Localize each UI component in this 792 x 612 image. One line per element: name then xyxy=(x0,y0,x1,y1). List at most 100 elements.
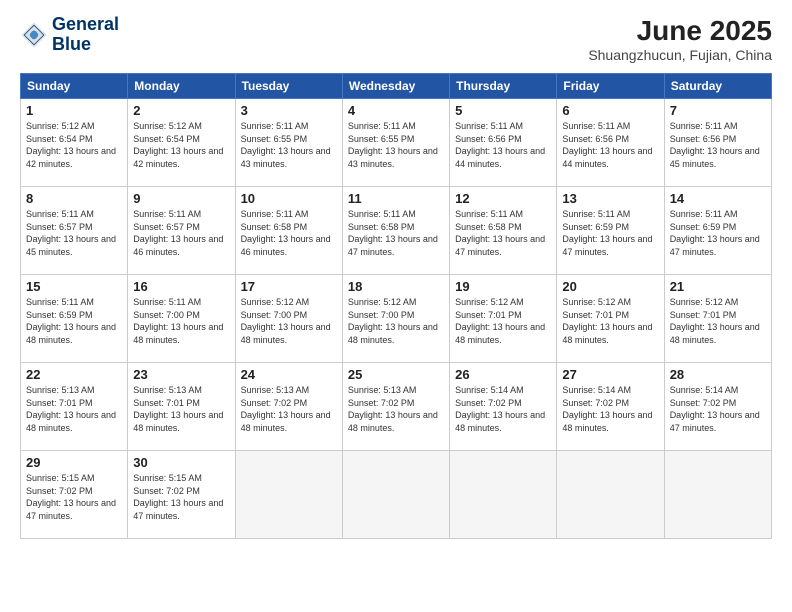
day-cell-19: 19 Sunrise: 5:12 AM Sunset: 7:01 PM Dayl… xyxy=(450,275,557,363)
logo-text: General Blue xyxy=(52,15,119,55)
day-info: Sunrise: 5:11 AM Sunset: 6:57 PM Dayligh… xyxy=(133,208,229,258)
day-cell-2: 2 Sunrise: 5:12 AM Sunset: 6:54 PM Dayli… xyxy=(128,99,235,187)
col-friday: Friday xyxy=(557,74,664,99)
logo: General Blue xyxy=(20,15,119,55)
day-number: 7 xyxy=(670,103,766,118)
day-cell-23: 23 Sunrise: 5:13 AM Sunset: 7:01 PM Dayl… xyxy=(128,363,235,451)
day-cell-14: 14 Sunrise: 5:11 AM Sunset: 6:59 PM Dayl… xyxy=(664,187,771,275)
day-cell-1: 1 Sunrise: 5:12 AM Sunset: 6:54 PM Dayli… xyxy=(21,99,128,187)
empty-cell xyxy=(557,451,664,539)
day-cell-22: 22 Sunrise: 5:13 AM Sunset: 7:01 PM Dayl… xyxy=(21,363,128,451)
day-number: 27 xyxy=(562,367,658,382)
day-info: Sunrise: 5:14 AM Sunset: 7:02 PM Dayligh… xyxy=(455,384,551,434)
day-number: 12 xyxy=(455,191,551,206)
empty-cell xyxy=(664,451,771,539)
day-number: 26 xyxy=(455,367,551,382)
empty-cell xyxy=(450,451,557,539)
day-info: Sunrise: 5:11 AM Sunset: 6:56 PM Dayligh… xyxy=(562,120,658,170)
day-cell-28: 28 Sunrise: 5:14 AM Sunset: 7:02 PM Dayl… xyxy=(664,363,771,451)
day-info: Sunrise: 5:14 AM Sunset: 7:02 PM Dayligh… xyxy=(562,384,658,434)
page: General Blue June 2025 Shuangzhucun, Fuj… xyxy=(0,0,792,612)
day-cell-21: 21 Sunrise: 5:12 AM Sunset: 7:01 PM Dayl… xyxy=(664,275,771,363)
day-info: Sunrise: 5:14 AM Sunset: 7:02 PM Dayligh… xyxy=(670,384,766,434)
day-number: 14 xyxy=(670,191,766,206)
day-info: Sunrise: 5:13 AM Sunset: 7:01 PM Dayligh… xyxy=(26,384,122,434)
day-number: 13 xyxy=(562,191,658,206)
day-number: 9 xyxy=(133,191,229,206)
day-cell-29: 29 Sunrise: 5:15 AM Sunset: 7:02 PM Dayl… xyxy=(21,451,128,539)
col-sunday: Sunday xyxy=(21,74,128,99)
week-row: 22 Sunrise: 5:13 AM Sunset: 7:01 PM Dayl… xyxy=(21,363,772,451)
day-info: Sunrise: 5:11 AM Sunset: 6:55 PM Dayligh… xyxy=(348,120,444,170)
header: General Blue June 2025 Shuangzhucun, Fuj… xyxy=(20,15,772,63)
day-number: 21 xyxy=(670,279,766,294)
month-title: June 2025 xyxy=(588,15,772,47)
weekday-header-row: Sunday Monday Tuesday Wednesday Thursday… xyxy=(21,74,772,99)
day-info: Sunrise: 5:13 AM Sunset: 7:02 PM Dayligh… xyxy=(241,384,337,434)
logo-line1: General xyxy=(52,15,119,35)
col-saturday: Saturday xyxy=(664,74,771,99)
day-info: Sunrise: 5:15 AM Sunset: 7:02 PM Dayligh… xyxy=(133,472,229,522)
day-number: 6 xyxy=(562,103,658,118)
day-number: 17 xyxy=(241,279,337,294)
day-number: 3 xyxy=(241,103,337,118)
day-cell-18: 18 Sunrise: 5:12 AM Sunset: 7:00 PM Dayl… xyxy=(342,275,449,363)
day-number: 1 xyxy=(26,103,122,118)
day-cell-3: 3 Sunrise: 5:11 AM Sunset: 6:55 PM Dayli… xyxy=(235,99,342,187)
col-thursday: Thursday xyxy=(450,74,557,99)
day-info: Sunrise: 5:11 AM Sunset: 6:58 PM Dayligh… xyxy=(455,208,551,258)
day-info: Sunrise: 5:12 AM Sunset: 7:01 PM Dayligh… xyxy=(562,296,658,346)
day-info: Sunrise: 5:12 AM Sunset: 6:54 PM Dayligh… xyxy=(26,120,122,170)
day-cell-24: 24 Sunrise: 5:13 AM Sunset: 7:02 PM Dayl… xyxy=(235,363,342,451)
day-number: 24 xyxy=(241,367,337,382)
title-block: June 2025 Shuangzhucun, Fujian, China xyxy=(588,15,772,63)
day-cell-6: 6 Sunrise: 5:11 AM Sunset: 6:56 PM Dayli… xyxy=(557,99,664,187)
day-info: Sunrise: 5:11 AM Sunset: 6:55 PM Dayligh… xyxy=(241,120,337,170)
day-cell-16: 16 Sunrise: 5:11 AM Sunset: 7:00 PM Dayl… xyxy=(128,275,235,363)
logo-line2: Blue xyxy=(52,35,119,55)
week-row: 8 Sunrise: 5:11 AM Sunset: 6:57 PM Dayli… xyxy=(21,187,772,275)
day-cell-5: 5 Sunrise: 5:11 AM Sunset: 6:56 PM Dayli… xyxy=(450,99,557,187)
day-cell-25: 25 Sunrise: 5:13 AM Sunset: 7:02 PM Dayl… xyxy=(342,363,449,451)
day-cell-26: 26 Sunrise: 5:14 AM Sunset: 7:02 PM Dayl… xyxy=(450,363,557,451)
day-info: Sunrise: 5:15 AM Sunset: 7:02 PM Dayligh… xyxy=(26,472,122,522)
day-info: Sunrise: 5:13 AM Sunset: 7:01 PM Dayligh… xyxy=(133,384,229,434)
day-info: Sunrise: 5:11 AM Sunset: 6:56 PM Dayligh… xyxy=(455,120,551,170)
day-number: 2 xyxy=(133,103,229,118)
day-cell-15: 15 Sunrise: 5:11 AM Sunset: 6:59 PM Dayl… xyxy=(21,275,128,363)
day-cell-27: 27 Sunrise: 5:14 AM Sunset: 7:02 PM Dayl… xyxy=(557,363,664,451)
day-number: 11 xyxy=(348,191,444,206)
day-info: Sunrise: 5:12 AM Sunset: 7:01 PM Dayligh… xyxy=(455,296,551,346)
day-info: Sunrise: 5:13 AM Sunset: 7:02 PM Dayligh… xyxy=(348,384,444,434)
day-info: Sunrise: 5:11 AM Sunset: 6:59 PM Dayligh… xyxy=(26,296,122,346)
day-number: 28 xyxy=(670,367,766,382)
day-cell-30: 30 Sunrise: 5:15 AM Sunset: 7:02 PM Dayl… xyxy=(128,451,235,539)
day-number: 4 xyxy=(348,103,444,118)
day-number: 18 xyxy=(348,279,444,294)
day-info: Sunrise: 5:11 AM Sunset: 6:56 PM Dayligh… xyxy=(670,120,766,170)
empty-cell xyxy=(235,451,342,539)
day-info: Sunrise: 5:11 AM Sunset: 7:00 PM Dayligh… xyxy=(133,296,229,346)
day-cell-17: 17 Sunrise: 5:12 AM Sunset: 7:00 PM Dayl… xyxy=(235,275,342,363)
day-number: 29 xyxy=(26,455,122,470)
day-info: Sunrise: 5:11 AM Sunset: 6:58 PM Dayligh… xyxy=(348,208,444,258)
day-number: 20 xyxy=(562,279,658,294)
day-cell-9: 9 Sunrise: 5:11 AM Sunset: 6:57 PM Dayli… xyxy=(128,187,235,275)
day-cell-13: 13 Sunrise: 5:11 AM Sunset: 6:59 PM Dayl… xyxy=(557,187,664,275)
day-number: 16 xyxy=(133,279,229,294)
day-number: 5 xyxy=(455,103,551,118)
col-monday: Monday xyxy=(128,74,235,99)
location: Shuangzhucun, Fujian, China xyxy=(588,47,772,63)
day-number: 8 xyxy=(26,191,122,206)
logo-icon xyxy=(20,21,48,49)
day-number: 10 xyxy=(241,191,337,206)
day-number: 23 xyxy=(133,367,229,382)
col-tuesday: Tuesday xyxy=(235,74,342,99)
day-cell-4: 4 Sunrise: 5:11 AM Sunset: 6:55 PM Dayli… xyxy=(342,99,449,187)
day-cell-12: 12 Sunrise: 5:11 AM Sunset: 6:58 PM Dayl… xyxy=(450,187,557,275)
day-cell-10: 10 Sunrise: 5:11 AM Sunset: 6:58 PM Dayl… xyxy=(235,187,342,275)
day-number: 19 xyxy=(455,279,551,294)
day-info: Sunrise: 5:12 AM Sunset: 7:00 PM Dayligh… xyxy=(348,296,444,346)
col-wednesday: Wednesday xyxy=(342,74,449,99)
day-number: 15 xyxy=(26,279,122,294)
